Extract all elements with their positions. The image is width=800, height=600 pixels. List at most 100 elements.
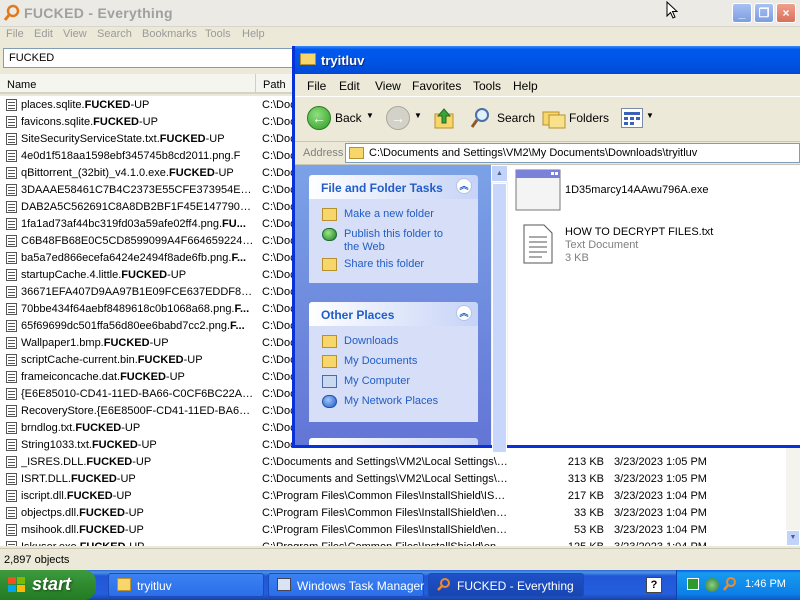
scroll-down-icon[interactable]: ▼: [786, 530, 800, 546]
file-folder-tasks-title: File and Folder Tasks: [321, 181, 443, 195]
search-icon[interactable]: [470, 106, 492, 130]
place-label[interactable]: My Documents: [344, 355, 417, 368]
other-places-header[interactable]: Other Places ︽: [309, 302, 478, 326]
taskbar-item-tryitluv[interactable]: tryitluv: [108, 573, 264, 597]
exe-window-icon: [515, 169, 561, 211]
menu-view[interactable]: View: [63, 28, 87, 40]
search-input[interactable]: FUCKED: [3, 48, 303, 68]
ex-menu-favorites[interactable]: Favorites: [412, 79, 461, 93]
file-list: 1D35marcy14AAwu796A.exe HOW TO DECRYPT F…: [508, 165, 800, 445]
network-icon: [322, 395, 337, 408]
file-name: 65f69699dc501ffa56d80ee6babd7cc2.png.F..…: [21, 320, 245, 332]
forward-dropdown-icon[interactable]: ▼: [414, 111, 422, 120]
address-bar: Address C:\Documents and Settings\VM2\My…: [295, 142, 800, 165]
ex-menu-edit[interactable]: Edit: [339, 79, 360, 93]
file-icon: [6, 116, 17, 128]
file-exe[interactable]: 1D35marcy14AAwu796A.exe: [508, 165, 800, 213]
column-header-name[interactable]: Name: [0, 74, 256, 94]
scroll-thumb[interactable]: [492, 183, 507, 453]
file-date: 3/23/2023 1:04 PM: [614, 507, 707, 519]
file-name: HOW TO DECRYPT FILES.txt: [565, 226, 714, 238]
menu-bookmarks[interactable]: Bookmarks: [142, 28, 197, 40]
file-txt[interactable]: HOW TO DECRYPT FILES.txt Text Document 3…: [508, 219, 800, 269]
start-button[interactable]: start: [0, 570, 96, 600]
table-row[interactable]: ISRT.DLL.FUCKED-UP C:\Documents and Setti…: [0, 471, 786, 488]
collapse-chevron-icon[interactable]: ︽: [456, 178, 472, 194]
folders-button[interactable]: Folders: [569, 111, 609, 125]
tray-app-icon[interactable]: [687, 578, 699, 590]
taskbar-item-task-manager[interactable]: Windows Task Manager: [268, 573, 424, 597]
file-icon: [6, 541, 17, 546]
tray-network-icon[interactable]: [705, 578, 719, 592]
file-icon: [6, 337, 17, 349]
forward-arrow-icon[interactable]: →: [386, 106, 410, 130]
table-row[interactable]: objectps.dll.FUCKED-UP C:\Program Files\C…: [0, 505, 786, 522]
file-date: 3/23/2023 1:04 PM: [614, 490, 707, 502]
file-folder-tasks-header[interactable]: File and Folder Tasks ︽: [309, 175, 478, 199]
file-name: 3DAAAE58461C7B4C2373E55CFE373954E96...: [21, 184, 254, 196]
back-button[interactable]: Back: [335, 111, 362, 125]
address-label: Address: [303, 147, 344, 159]
status-bar: 2,897 objects: [0, 548, 800, 571]
menu-file[interactable]: File: [6, 28, 24, 40]
table-row[interactable]: msihook.dll.FUCKED-UP C:\Program Files\Co…: [0, 522, 786, 539]
menu-search[interactable]: Search: [97, 28, 132, 40]
file-date: 3/23/2023 1:04 PM: [614, 541, 707, 546]
menu-edit[interactable]: Edit: [34, 28, 53, 40]
task-pane-scrollbar[interactable]: ▲: [491, 165, 508, 453]
help-icon[interactable]: ?: [646, 577, 662, 593]
table-row[interactable]: iscript.dll.FUCKED-UP C:\Program Files\Co…: [0, 488, 786, 505]
ex-menu-help[interactable]: Help: [513, 79, 538, 93]
tray-everything-icon[interactable]: [723, 577, 737, 591]
taskbar-item-label: FUCKED - Everything: [457, 579, 574, 593]
views-dropdown-icon[interactable]: ▼: [646, 111, 654, 120]
file-name: Wallpaper1.bmp.FUCKED-UP: [21, 337, 169, 349]
views-icon[interactable]: [621, 108, 643, 128]
taskbar-item-everything[interactable]: FUCKED - Everything: [428, 573, 584, 597]
place-label[interactable]: Downloads: [344, 335, 398, 348]
back-arrow-icon[interactable]: ←: [307, 106, 331, 130]
table-row[interactable]: _ISRES.DLL.FUCKED-UP C:\Documents and Set…: [0, 454, 786, 471]
file-size: 217 KB: [567, 490, 604, 502]
text-document-icon: [523, 224, 553, 264]
close-button[interactable]: ×: [776, 3, 796, 23]
ex-menu-view[interactable]: View: [375, 79, 401, 93]
place-label[interactable]: My Computer: [344, 375, 410, 388]
column-header-path[interactable]: Path: [256, 74, 296, 94]
file-name: RecoveryStore.{E6E8500F-CD41-11ED-BA66..…: [21, 405, 254, 417]
file-date: 3/23/2023 1:04 PM: [614, 524, 707, 536]
file-name: C6B48FB68E0C5CD8599099A4F6646592242...: [21, 235, 254, 247]
restore-button[interactable]: ❐: [754, 3, 774, 23]
file-size: 125 KB: [540, 541, 604, 546]
address-text: C:\Documents and Settings\VM2\My Documen…: [369, 147, 698, 159]
details-header[interactable]: [309, 438, 478, 445]
everything-title-bar[interactable]: FUCKED - Everything _ ❐ ×: [0, 0, 800, 27]
ex-menu-file[interactable]: File: [307, 79, 326, 93]
everything-menu-bar: File Edit View Search Bookmarks Tools He…: [0, 26, 800, 44]
scroll-up-icon[interactable]: ▲: [491, 165, 508, 182]
task-label[interactable]: Publish this folder to the Web: [344, 228, 454, 254]
folders-icon[interactable]: [542, 107, 566, 129]
file-name: SiteSecurityServiceState.txt.FUCKED-UP: [21, 133, 225, 145]
task-label[interactable]: Make a new folder: [344, 208, 434, 221]
object-count: 2,897 objects: [4, 554, 70, 566]
ex-menu-tools[interactable]: Tools: [473, 79, 501, 93]
file-name: ba5a7ed866ecefa6424e2494f8ade6fb.png.F..…: [21, 252, 247, 264]
address-input[interactable]: C:\Documents and Settings\VM2\My Documen…: [345, 143, 800, 163]
folder-icon: [300, 53, 316, 65]
task-label[interactable]: Share this folder: [344, 258, 424, 271]
search-button[interactable]: Search: [497, 111, 535, 125]
file-icon: [6, 507, 17, 519]
collapse-chevron-icon[interactable]: ︽: [456, 305, 472, 321]
place-label[interactable]: My Network Places: [344, 395, 438, 408]
menu-tools[interactable]: Tools: [205, 28, 231, 40]
file-folder-tasks-body: Make a new folder Publish this folder to…: [309, 199, 478, 283]
folder-icon: [322, 335, 337, 348]
menu-help[interactable]: Help: [242, 28, 265, 40]
file-icon: [6, 490, 17, 502]
up-folder-icon[interactable]: [433, 106, 455, 130]
back-dropdown-icon[interactable]: ▼: [366, 111, 374, 120]
table-row[interactable]: Iskuser.exe.FUCKED-UP C:\Program Files\Co…: [0, 539, 786, 546]
minimize-button[interactable]: _: [732, 3, 752, 23]
explorer-title-bar[interactable]: tryitluv: [295, 46, 800, 74]
